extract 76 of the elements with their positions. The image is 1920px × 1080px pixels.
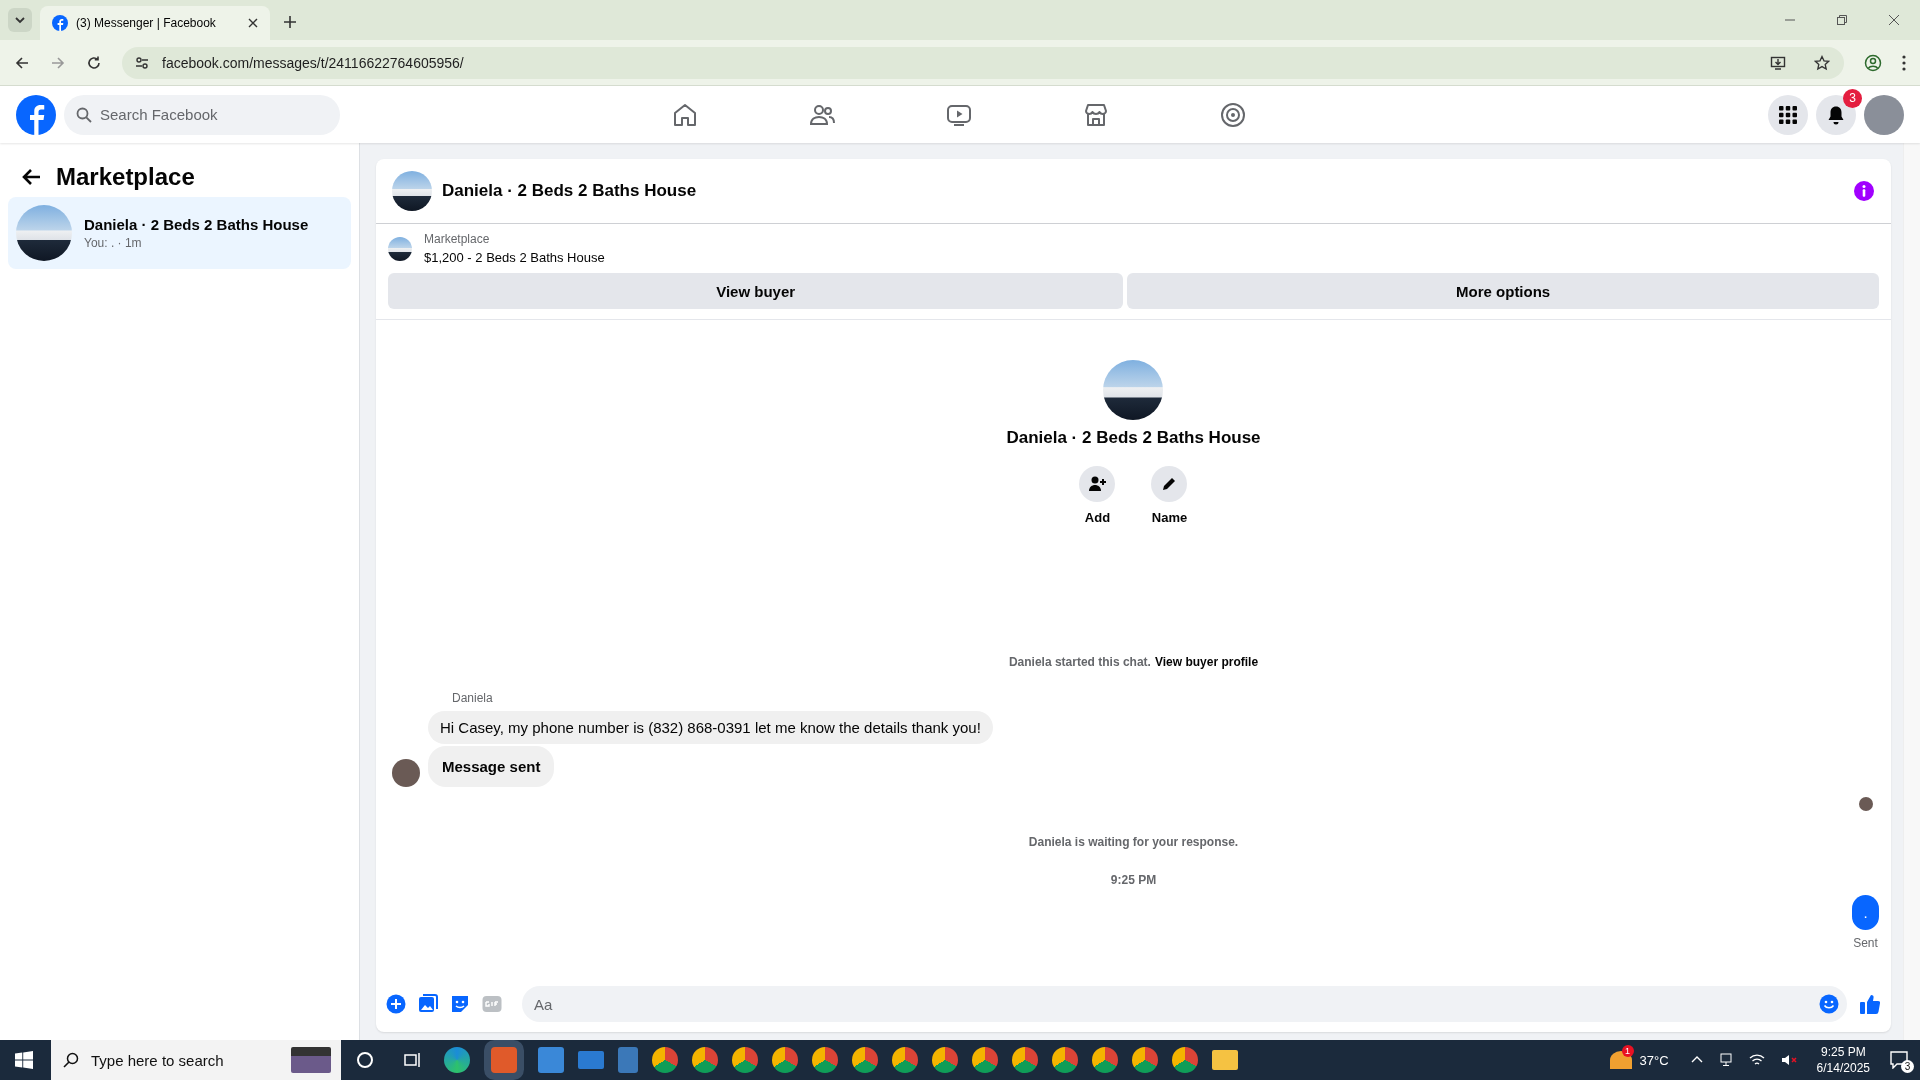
home-icon[interactable] [672, 101, 698, 128]
plus-icon[interactable] [386, 994, 406, 1014]
profile-name: Daniela · 2 Beds 2 Baths House [1006, 428, 1261, 448]
profile-icon[interactable] [1864, 53, 1882, 72]
message-bubble: Message sent [428, 746, 555, 787]
close-icon[interactable] [248, 18, 258, 28]
weather-badge: 1 [1621, 1045, 1634, 1057]
speech-bubble-icon[interactable] [1890, 1051, 1908, 1069]
reload-icon[interactable] [86, 54, 102, 71]
listing-button[interactable]: View buyer [388, 273, 1124, 309]
conversation-item[interactable]: Daniela · 2 Beds 2 Baths House You: . · 1m [8, 197, 351, 269]
close-icon[interactable] [1888, 14, 1900, 26]
pencil-icon [1151, 466, 1188, 502]
photo-placeholder [392, 171, 432, 211]
back-arrow-icon[interactable] [22, 167, 42, 187]
listing-label: Marketplace [424, 232, 491, 246]
conversation-preview: You: . · 1m [84, 236, 143, 250]
taskbar-search-field[interactable]: Type here to search [51, 1040, 341, 1080]
view-buyer-profile-link[interactable]: View buyer profile [1154, 655, 1259, 669]
read-receipt-avatar [1859, 797, 1873, 811]
listing-summary: $1,200 - 2 Beds 2 Baths House [424, 250, 605, 265]
marketplace-icon[interactable] [1083, 101, 1109, 128]
info-icon[interactable] [1853, 180, 1875, 202]
address-bar[interactable]: facebook.com/messages/t/24116622764605956/ [122, 46, 1844, 79]
listing-button[interactable]: More options [1127, 273, 1879, 309]
search-icon [76, 106, 92, 123]
bell-icon[interactable] [1816, 94, 1856, 135]
speaker-muted-icon[interactable] [1780, 1053, 1797, 1067]
url-text: facebook.com/messages/t/24116622764605956/ [162, 54, 464, 71]
back-arrow-icon[interactable] [14, 54, 30, 71]
install-app-icon[interactable] [1770, 54, 1786, 71]
notification-count: 3 [1901, 1060, 1914, 1073]
message-time: 9:25 PM [1110, 873, 1157, 887]
site-settings-icon[interactable] [134, 54, 150, 71]
wifi-icon[interactable] [1748, 1053, 1765, 1067]
page-title: Marketplace [56, 163, 195, 191]
message-bubble: . [1852, 895, 1879, 930]
clapperboard-icon [291, 1047, 331, 1073]
search-icon [63, 1052, 79, 1068]
photo-placeholder [16, 205, 72, 261]
menu-grid-icon[interactable] [1768, 94, 1808, 135]
emoji-icon[interactable] [1819, 994, 1839, 1014]
task-view-icon[interactable] [404, 1051, 422, 1069]
new-tab-icon[interactable] [284, 16, 296, 28]
tab-list-caret-icon[interactable] [8, 8, 32, 32]
photo-placeholder [388, 236, 412, 261]
account-avatar[interactable] [1864, 94, 1904, 135]
conversation-title: Daniela · 2 Beds 2 Baths House [84, 216, 309, 233]
thumbs-up-icon[interactable] [1859, 993, 1881, 1015]
profile-action[interactable]: Name [1151, 466, 1188, 525]
sender-name: Daniela [452, 691, 494, 705]
restore-icon[interactable] [1836, 14, 1848, 26]
menu-icon[interactable] [1902, 54, 1906, 71]
message-input[interactable]: Aa [522, 986, 1847, 1022]
browser-tab[interactable]: (3) Messenger | Facebook [40, 6, 270, 40]
message-bubble: Hi Casey, my phone number is (832) 868-0391 let me know the details thank you! [428, 711, 993, 744]
chat-title: Daniela · 2 Beds 2 Baths House [442, 181, 697, 201]
chat-notice: Daniela started this chat. [1008, 655, 1151, 669]
cortana-circle-icon[interactable] [356, 1051, 374, 1069]
profile-action[interactable]: Add [1079, 466, 1116, 525]
tab-title: (3) Messenger | Facebook [76, 16, 217, 30]
avatar [392, 759, 420, 787]
windows-start-icon[interactable] [15, 1051, 33, 1069]
facebook-logo-icon[interactable] [16, 94, 56, 135]
waiting-notice: Daniela is waiting for your response. [1028, 835, 1239, 849]
notification-count: 3 [1843, 88, 1862, 108]
temperature: 37°C [1639, 1052, 1669, 1068]
facebook-logo-icon [52, 15, 68, 31]
sticker-icon[interactable] [450, 994, 470, 1014]
sent-status: Sent [1853, 936, 1878, 950]
add-person-icon [1079, 466, 1116, 502]
monitor-icon[interactable] [1718, 1053, 1733, 1067]
star-icon[interactable] [1814, 54, 1830, 71]
search-field[interactable]: Search Facebook [64, 94, 340, 135]
taskbar-clock[interactable]: 9:25 PM 6/14/2025 [1816, 1044, 1870, 1076]
image-icon[interactable] [418, 994, 438, 1014]
